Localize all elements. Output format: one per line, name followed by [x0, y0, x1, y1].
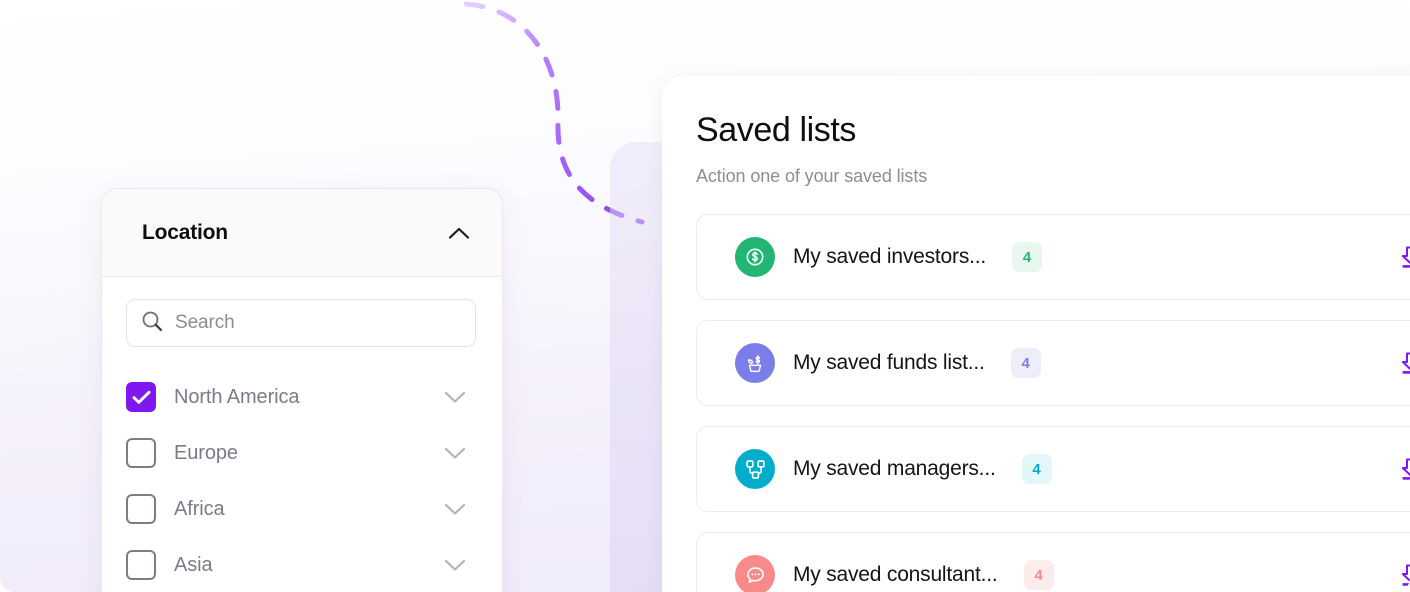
location-filter-panel: Location North America Europe Africa Asia — [101, 188, 503, 592]
download-icon[interactable] — [1395, 560, 1410, 590]
saved-list-label: My saved consultant... — [793, 563, 998, 586]
app-canvas: Saved lists Action one of your saved lis… — [0, 0, 1410, 592]
search-input[interactable] — [175, 312, 461, 334]
saved-lists-panel: Saved lists Action one of your saved lis… — [662, 76, 1410, 592]
page-subtitle: Action one of your saved lists — [696, 166, 928, 186]
chevron-up-icon[interactable] — [446, 220, 472, 246]
location-panel-title: Location — [142, 220, 228, 244]
chevron-down-icon[interactable] — [442, 384, 468, 410]
region-checkbox[interactable] — [126, 382, 156, 412]
saved-list-label: My saved funds list... — [793, 351, 985, 374]
saved-list-count-badge: 4 — [1021, 454, 1052, 484]
saved-list-label: My saved managers... — [793, 457, 996, 480]
saved-list-count-badge: 4 — [1012, 242, 1043, 272]
region-checkbox[interactable] — [126, 550, 156, 580]
page-title: Saved lists — [696, 111, 857, 149]
saved-list-card[interactable]: My saved managers... 4 — [696, 426, 1410, 512]
region-row[interactable]: Asia — [126, 537, 476, 592]
chevron-down-icon[interactable] — [442, 440, 468, 466]
search-icon — [141, 310, 163, 337]
chevron-down-icon[interactable] — [442, 496, 468, 522]
dollar-coin-icon — [735, 237, 775, 277]
region-row[interactable]: Africa — [126, 481, 476, 537]
saved-list-count-badge: 4 — [1010, 348, 1041, 378]
region-label: North America — [174, 385, 300, 408]
saved-list-label: My saved investors... — [793, 245, 987, 268]
download-icon[interactable] — [1395, 454, 1410, 484]
region-checkbox[interactable] — [126, 438, 156, 468]
chevron-down-icon[interactable] — [442, 552, 468, 578]
region-label: Europe — [174, 441, 238, 464]
saved-lists-container: My saved investors... 4 My saved funds lis… — [696, 214, 1410, 592]
region-row[interactable]: Europe — [126, 425, 476, 481]
region-checkbox[interactable] — [126, 494, 156, 524]
chat-bubble-icon — [735, 555, 775, 592]
money-plant-icon — [735, 343, 775, 383]
region-row[interactable]: North America — [126, 369, 476, 425]
org-chart-icon — [735, 449, 775, 489]
search-field[interactable] — [126, 299, 476, 347]
location-panel-header[interactable]: Location — [102, 189, 502, 277]
download-icon[interactable] — [1395, 242, 1410, 272]
region-label: Asia — [174, 553, 213, 576]
saved-list-card[interactable]: My saved investors... 4 — [696, 214, 1410, 300]
saved-list-card[interactable]: My saved funds list... 4 — [696, 320, 1410, 406]
saved-list-count-badge: 4 — [1023, 560, 1054, 590]
region-list: North America Europe Africa Asia — [126, 369, 476, 592]
download-icon[interactable] — [1395, 348, 1410, 378]
region-label: Africa — [174, 497, 225, 520]
saved-list-card[interactable]: My saved consultant... 4 — [696, 532, 1410, 592]
